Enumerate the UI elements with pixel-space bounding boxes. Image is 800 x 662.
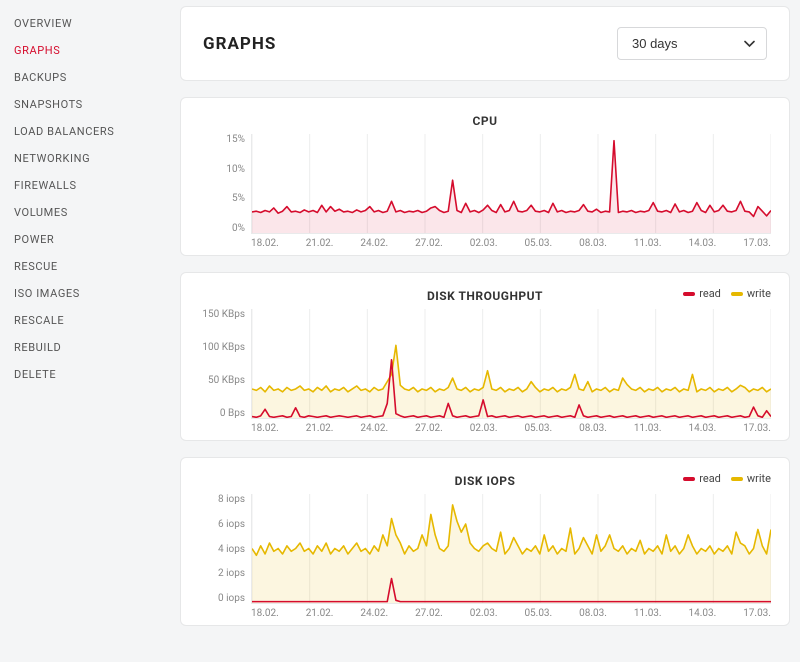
page-title: GRAPHS — [203, 34, 276, 54]
legend-swatch-icon — [731, 477, 743, 481]
x-tick-label: 02.03. — [470, 423, 498, 434]
x-tick-label: 08.03. — [579, 423, 607, 434]
x-tick-label: 27.02. — [415, 238, 443, 249]
y-tick-label: 4 iops — [218, 544, 245, 555]
y-axis: 150 KBps 100 KBps 50 KBps 0 Bps — [199, 309, 251, 419]
y-tick-label: 5% — [232, 193, 245, 204]
x-tick-label: 17.03. — [743, 608, 771, 619]
sidebar-item-rebuild[interactable]: REBUILD — [0, 334, 170, 361]
sidebar-item-power[interactable]: POWER — [0, 226, 170, 253]
x-tick-label: 11.03. — [634, 608, 662, 619]
x-tick-label: 27.02. — [415, 423, 443, 434]
x-tick-label: 11.03. — [634, 423, 662, 434]
x-tick-label: 05.03. — [524, 608, 552, 619]
chart-legend: read write — [683, 472, 771, 485]
sidebar-item-iso-images[interactable]: ISO IMAGES — [0, 280, 170, 307]
chart-title: DISK IOPS — [455, 474, 516, 488]
sidebar: OVERVIEWGRAPHSBACKUPSSNAPSHOTSLOAD BALAN… — [0, 0, 170, 662]
sidebar-item-rescale[interactable]: RESCALE — [0, 307, 170, 334]
legend-item-read: read — [683, 472, 721, 485]
x-tick-label: 14.03. — [689, 423, 717, 434]
y-tick-label: 6 iops — [218, 519, 245, 530]
x-tick-label: 05.03. — [524, 238, 552, 249]
legend-label: read — [699, 472, 721, 485]
legend-label: write — [747, 287, 771, 300]
plot-area — [251, 134, 771, 234]
legend-item-write: write — [731, 472, 771, 485]
x-tick-label: 17.03. — [743, 238, 771, 249]
chart-card-disk-throughput: DISK THROUGHPUT read write 150 KBps 100 KBps… — [180, 272, 790, 441]
x-tick-label: 02.03. — [470, 238, 498, 249]
legend-item-read: read — [683, 287, 721, 300]
chart-card-disk-iops: DISK IOPS read write 8 iops 6 iops 4 iops 2 io… — [180, 457, 790, 626]
y-tick-label: 8 iops — [218, 494, 245, 505]
time-range-select[interactable]: 30 days — [617, 27, 767, 60]
sidebar-item-backups[interactable]: BACKUPS — [0, 64, 170, 91]
sidebar-item-volumes[interactable]: VOLUMES — [0, 199, 170, 226]
sidebar-item-rescue[interactable]: RESCUE — [0, 253, 170, 280]
legend-item-write: write — [731, 287, 771, 300]
x-tick-label: 21.02. — [306, 238, 334, 249]
x-tick-label: 18.02. — [251, 238, 279, 249]
y-tick-label: 2 iops — [218, 568, 245, 579]
legend-swatch-icon — [683, 477, 695, 481]
time-range-select-wrap: 30 days — [617, 27, 767, 60]
x-tick-label: 05.03. — [524, 423, 552, 434]
sidebar-item-networking[interactable]: NETWORKING — [0, 145, 170, 172]
x-tick-label: 08.03. — [579, 238, 607, 249]
x-tick-label: 17.03. — [743, 423, 771, 434]
y-axis: 8 iops 6 iops 4 iops 2 iops 0 iops — [199, 494, 251, 604]
y-tick-label: 0% — [232, 223, 245, 234]
main-content: GRAPHS 30 days CPU 15% 10% 5% 0% 18.02. 21.02.… — [170, 0, 800, 662]
x-tick-label: 02.03. — [470, 608, 498, 619]
x-axis: 18.02. 21.02. 24.02. 27.02. 02.03. 05.03. 08.0… — [199, 419, 771, 434]
legend-label: write — [747, 472, 771, 485]
x-axis: 18.02. 21.02. 24.02. 27.02. 02.03. 05.03. 08.0… — [199, 604, 771, 619]
chart-legend: read write — [683, 287, 771, 300]
x-tick-label: 18.02. — [251, 608, 279, 619]
x-tick-label: 21.02. — [306, 423, 334, 434]
sidebar-item-graphs[interactable]: GRAPHS — [0, 37, 170, 64]
legend-swatch-icon — [731, 292, 743, 296]
x-tick-label: 18.02. — [251, 423, 279, 434]
y-tick-label: 15% — [226, 134, 245, 145]
y-tick-label: 10% — [226, 164, 245, 175]
x-tick-label: 21.02. — [306, 608, 334, 619]
chart-title: DISK THROUGHPUT — [427, 289, 543, 303]
sidebar-item-load-balancers[interactable]: LOAD BALANCERS — [0, 118, 170, 145]
header-card: GRAPHS 30 days — [180, 6, 790, 81]
legend-swatch-icon — [683, 292, 695, 296]
legend-label: read — [699, 287, 721, 300]
x-tick-label: 08.03. — [579, 608, 607, 619]
x-tick-label: 11.03. — [634, 238, 662, 249]
chart-title: CPU — [473, 114, 498, 128]
sidebar-item-overview[interactable]: OVERVIEW — [0, 10, 170, 37]
sidebar-item-firewalls[interactable]: FIREWALLS — [0, 172, 170, 199]
x-tick-label: 27.02. — [415, 608, 443, 619]
y-tick-label: 50 KBps — [208, 375, 245, 386]
y-tick-label: 0 iops — [218, 593, 245, 604]
y-tick-label: 0 Bps — [220, 408, 245, 419]
y-tick-label: 100 KBps — [202, 342, 245, 353]
sidebar-item-snapshots[interactable]: SNAPSHOTS — [0, 91, 170, 118]
chart-card-cpu: CPU 15% 10% 5% 0% 18.02. 21.02. 24.02. 27.02. 02.… — [180, 97, 790, 256]
plot-area — [251, 309, 771, 419]
plot-area — [251, 494, 771, 604]
sidebar-item-delete[interactable]: DELETE — [0, 361, 170, 388]
x-tick-label: 24.02. — [360, 423, 388, 434]
x-tick-label: 24.02. — [360, 238, 388, 249]
x-tick-label: 14.03. — [689, 238, 717, 249]
y-tick-label: 150 KBps — [202, 309, 245, 320]
y-axis: 15% 10% 5% 0% — [199, 134, 251, 234]
x-axis: 18.02. 21.02. 24.02. 27.02. 02.03. 05.03. 08.0… — [199, 234, 771, 249]
x-tick-label: 14.03. — [689, 608, 717, 619]
x-tick-label: 24.02. — [360, 608, 388, 619]
